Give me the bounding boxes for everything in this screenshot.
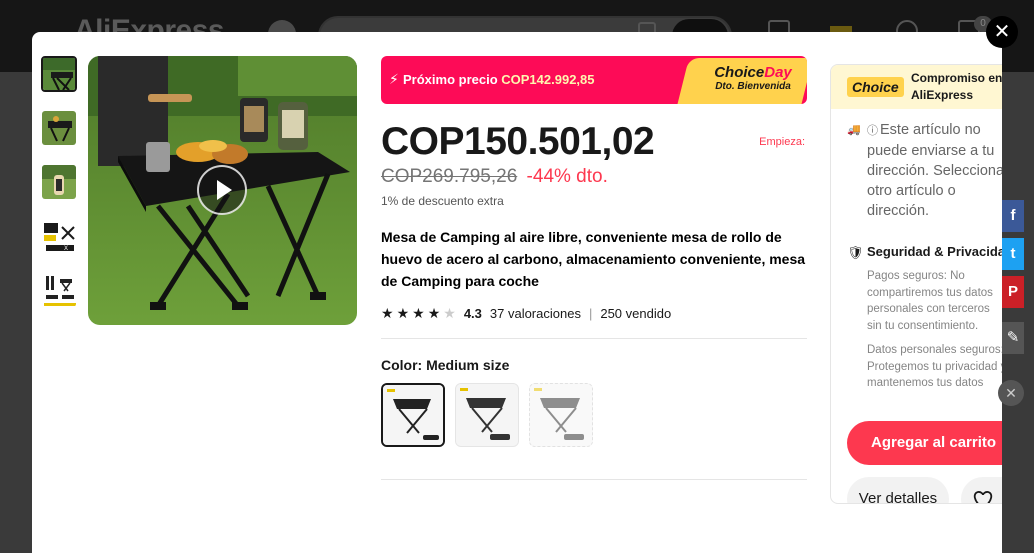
product-quickview-modal: X ⚡ Próximo precio COP142.992,85 ChoiceD… xyxy=(32,32,1002,553)
product-info: ⚡ Próximo precio COP142.992,85 ChoiceDay… xyxy=(381,56,807,480)
product-title[interactable]: Mesa de Camping al aire libre, convenien… xyxy=(381,226,807,292)
shipping-notice: ⓘ Este artículo no puede enviarse a tu di… xyxy=(867,122,1002,219)
purchase-panel: Choice Compromiso en AliExpress 🚚 ⓘ Este … xyxy=(830,64,1002,504)
add-to-cart-button[interactable]: Agregar al carrito xyxy=(847,421,1002,465)
shield-icon: 🛡 xyxy=(847,245,864,260)
thumbnail-1[interactable] xyxy=(41,56,77,92)
starts-label: Empieza: xyxy=(759,136,805,148)
divider xyxy=(381,338,807,339)
facebook-share-icon[interactable]: f xyxy=(1002,200,1024,232)
color-option-3[interactable] xyxy=(529,383,593,447)
separator: | xyxy=(588,305,593,321)
rating-value: 4.3 xyxy=(463,305,482,321)
star-icon: ★ xyxy=(381,304,394,321)
lightning-icon: ⚡ xyxy=(389,71,399,87)
wishlist-button[interactable] xyxy=(961,477,1002,503)
thumbnail-list: X xyxy=(41,56,79,326)
heart-icon xyxy=(973,491,993,503)
commitment-title: Compromiso en AliExpress xyxy=(911,71,1002,102)
thumbnail-3[interactable] xyxy=(41,164,77,200)
star-empty-icon: ★ xyxy=(443,304,456,321)
view-details-button[interactable]: Ver detalles xyxy=(847,477,949,503)
star-icon: ★ xyxy=(396,304,410,321)
extra-discount: 1% de descuento extra xyxy=(381,194,504,208)
day-tag-word: Day xyxy=(764,64,792,81)
choice-badge: Choice xyxy=(847,77,904,97)
next-price-text: ⚡ Próximo precio COP142.992,85 xyxy=(389,71,595,87)
discount-percent: -44% dto. xyxy=(526,166,608,187)
choice-tag-word: Choice xyxy=(714,64,765,81)
security-text: Pagos seguros: No compartiremos tus dato… xyxy=(867,270,1002,389)
security-title[interactable]: Seguridad & Privacidad xyxy=(867,244,1002,259)
edit-icon[interactable]: ✎ xyxy=(1002,322,1024,354)
info-icon: ⓘ xyxy=(867,125,878,137)
price-row: COP150.501,02 Empieza: xyxy=(381,120,807,164)
twitter-share-icon[interactable]: t xyxy=(1002,238,1024,270)
color-option-2[interactable] xyxy=(455,383,519,447)
pinterest-share-icon[interactable]: P xyxy=(1002,276,1024,308)
color-option-1[interactable] xyxy=(381,383,445,447)
color-label: Color: Medium size xyxy=(381,357,510,373)
choice-commitment[interactable]: Choice Compromiso en AliExpress xyxy=(831,65,1002,109)
divider xyxy=(381,479,807,480)
original-price: COP269.795,26 xyxy=(381,166,518,187)
share-close-icon[interactable]: ✕ xyxy=(998,380,1024,406)
star-icon: ★ xyxy=(427,304,441,321)
color-selected-value: Medium size xyxy=(426,357,510,373)
original-price-row: COP269.795,26 -44% dto. xyxy=(381,166,807,188)
thumbnail-5[interactable] xyxy=(41,272,77,308)
next-price-banner[interactable]: ⚡ Próximo precio COP142.992,85 ChoiceDay… xyxy=(381,56,807,104)
thumbnail-4[interactable]: X xyxy=(41,218,77,254)
ratings-count[interactable]: 37 valoraciones xyxy=(490,306,581,321)
truck-icon: 🚚 xyxy=(847,124,861,136)
product-main-image[interactable] xyxy=(88,56,357,325)
rating-row: ★ ★ ★ ★ ★ 4.3 37 valoraciones | 250 vend… xyxy=(381,304,807,322)
next-price-value: COP142.992,85 xyxy=(501,72,595,87)
current-price: COP150.501,02 xyxy=(381,120,655,163)
star-icon: ★ xyxy=(412,304,425,321)
thumbnail-2[interactable] xyxy=(41,110,77,146)
play-icon xyxy=(217,180,232,200)
star-rating[interactable]: ★ ★ ★ ★ ★ xyxy=(381,305,456,322)
sold-count: 250 vendido xyxy=(600,305,672,321)
color-swatches xyxy=(381,383,807,447)
video-play-button[interactable] xyxy=(197,165,247,215)
svg-text:X: X xyxy=(64,246,68,252)
welcome-discount-label: Dto. Bienvenida xyxy=(715,81,791,92)
close-modal-button[interactable]: ✕ xyxy=(986,16,1018,48)
